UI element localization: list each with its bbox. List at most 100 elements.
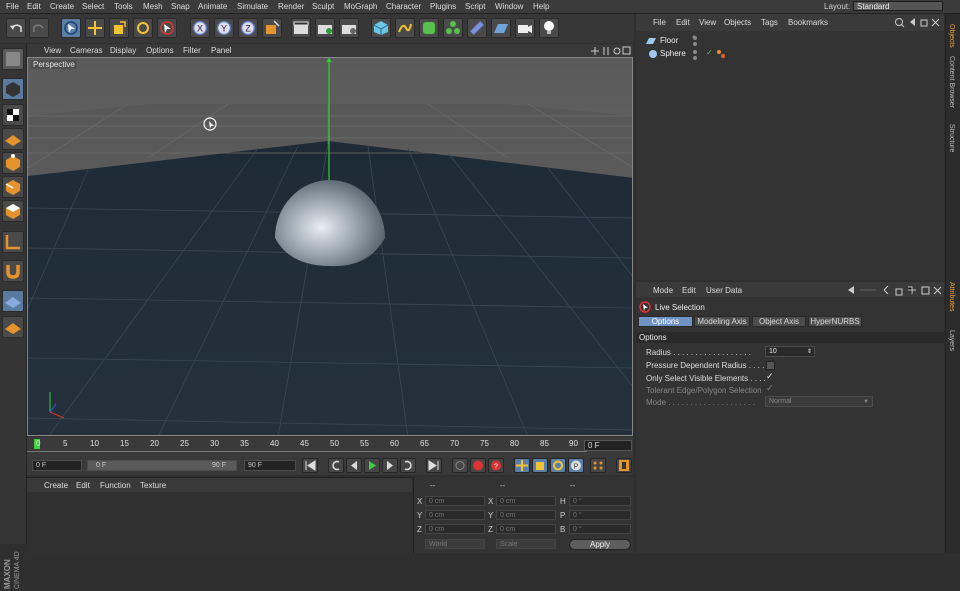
object-menu-bookmarks[interactable]: Bookmarks: [788, 18, 828, 27]
perspective-viewport[interactable]: Perspective: [27, 57, 633, 436]
position-x-field[interactable]: 0 cm: [425, 496, 485, 506]
record-active-button[interactable]: [470, 458, 486, 473]
menu-animate[interactable]: Animate: [198, 2, 227, 11]
side-tab-content-browser[interactable]: Content Browser: [948, 56, 955, 108]
spinner-arrows-icon[interactable]: ⇕: [807, 347, 812, 357]
x-axis-button[interactable]: X: [190, 18, 210, 38]
polygons-mode-button[interactable]: [2, 200, 24, 222]
lock-workplane-button[interactable]: [2, 316, 24, 338]
object-menu-view[interactable]: View: [699, 18, 716, 27]
key-parameter-button[interactable]: P: [568, 458, 584, 473]
coordinate-system-button[interactable]: [262, 18, 282, 38]
end-frame-field[interactable]: 90 F: [244, 460, 296, 471]
position-z-field[interactable]: 0 cm: [425, 524, 485, 534]
rotation-h-field[interactable]: 0 °: [569, 496, 631, 506]
redo-button[interactable]: [29, 18, 49, 38]
layout-select[interactable]: Standard: [853, 1, 943, 11]
edges-mode-button[interactable]: [2, 176, 24, 198]
go-to-end-button[interactable]: [426, 458, 442, 473]
attr-menu-user-data[interactable]: User Data: [706, 286, 742, 295]
menu-simulate[interactable]: Simulate: [237, 2, 268, 11]
cube-button[interactable]: [371, 18, 391, 38]
recent-tool-button[interactable]: [157, 18, 177, 38]
render-visibility-dot[interactable]: [693, 42, 697, 46]
render-picture-viewer-button[interactable]: [315, 18, 335, 38]
menu-tools[interactable]: Tools: [114, 2, 133, 11]
object-menu-file[interactable]: File: [653, 18, 666, 27]
mode-select[interactable]: Normal ▼: [765, 396, 873, 407]
menu-render[interactable]: Render: [278, 2, 304, 11]
viewport-menu-view[interactable]: View: [44, 46, 61, 55]
render-view-button[interactable]: [291, 18, 311, 38]
camera-button[interactable]: [515, 18, 535, 38]
menu-file[interactable]: File: [6, 2, 19, 11]
menu-edit[interactable]: Edit: [27, 2, 41, 11]
viewport-menu-cameras[interactable]: Cameras: [70, 46, 102, 55]
material-menu-edit[interactable]: Edit: [76, 481, 90, 490]
attribute-nav-icons[interactable]: [846, 285, 942, 296]
tab-modeling-axis[interactable]: Modeling Axis: [694, 316, 750, 327]
visible-elements-checkbox[interactable]: ✓: [766, 371, 774, 382]
undo-button[interactable]: [6, 18, 26, 38]
menu-create[interactable]: Create: [50, 2, 74, 11]
viewport-menu-options[interactable]: Options: [146, 46, 174, 55]
coordinate-mode-select[interactable]: World: [425, 539, 485, 549]
rotation-b-field[interactable]: 0 °: [569, 524, 631, 534]
menu-select[interactable]: Select: [82, 2, 104, 11]
timeline-window-button[interactable]: [616, 458, 632, 473]
previous-frame-button[interactable]: [346, 458, 362, 473]
side-tab-objects[interactable]: Objects: [948, 24, 955, 48]
timeline-ruler[interactable]: 0 5 10 15 20 25 30 35 40 45 50 55 60 65 …: [27, 437, 633, 457]
model-mode-button[interactable]: [2, 78, 24, 100]
apply-button[interactable]: Apply: [569, 539, 631, 550]
viewport-menu-filter[interactable]: Filter: [183, 46, 201, 55]
viewport-menu-panel[interactable]: Panel: [211, 46, 231, 55]
menu-snap[interactable]: Snap: [171, 2, 190, 11]
viewport-nav-icons[interactable]: [589, 46, 631, 56]
start-frame-field[interactable]: 0 F: [32, 460, 82, 471]
nurbs-button[interactable]: [419, 18, 439, 38]
menu-help[interactable]: Help: [533, 2, 549, 11]
deformer-button[interactable]: [467, 18, 487, 38]
radius-field[interactable]: 10 ⇕: [765, 346, 815, 357]
frame-range-slider[interactable]: 0 F 90 F: [87, 460, 237, 471]
editor-visibility-dot[interactable]: [693, 36, 697, 40]
y-axis-button[interactable]: Y: [214, 18, 234, 38]
object-menu-edit[interactable]: Edit: [676, 18, 690, 27]
enabled-check-icon[interactable]: ✓: [706, 48, 713, 57]
next-key-button[interactable]: [400, 458, 416, 473]
material-menu-function[interactable]: Function: [100, 481, 131, 490]
points-mode-button[interactable]: [2, 152, 24, 174]
rotation-p-field[interactable]: 0 °: [569, 510, 631, 520]
menu-script[interactable]: Script: [465, 2, 485, 11]
attr-menu-mode[interactable]: Mode: [653, 286, 673, 295]
menu-sculpt[interactable]: Sculpt: [312, 2, 334, 11]
spline-button[interactable]: [395, 18, 415, 38]
material-menu-create[interactable]: Create: [44, 481, 68, 490]
workplane-grid-button[interactable]: [2, 290, 24, 312]
menu-plugins[interactable]: Plugins: [430, 2, 456, 11]
move-button[interactable]: [85, 18, 105, 38]
attr-menu-edit[interactable]: Edit: [682, 286, 696, 295]
side-tab-attributes[interactable]: Attributes: [948, 282, 955, 312]
tab-options[interactable]: Options: [638, 316, 693, 327]
object-row-floor[interactable]: Floor ●: [636, 34, 944, 47]
array-button[interactable]: [443, 18, 463, 38]
size-z-field[interactable]: 0 cm: [496, 524, 556, 534]
current-frame-field[interactable]: 0 F: [584, 440, 632, 451]
render-settings-button[interactable]: [339, 18, 359, 38]
key-rotation-button[interactable]: [550, 458, 566, 473]
object-menu-tags[interactable]: Tags: [761, 18, 778, 27]
make-editable-button[interactable]: [2, 48, 24, 70]
texture-mode-button[interactable]: [2, 104, 24, 126]
object-manager-tools[interactable]: [894, 17, 942, 28]
autokeying-button[interactable]: ?: [488, 458, 504, 473]
go-to-start-button[interactable]: [302, 458, 318, 473]
key-pla-button[interactable]: [590, 458, 606, 473]
tab-object-axis[interactable]: Object Axis: [752, 316, 806, 327]
scale-button[interactable]: [109, 18, 129, 38]
axis-mode-button[interactable]: [2, 231, 24, 253]
render-visibility-dot[interactable]: [693, 56, 697, 60]
previous-key-button[interactable]: [328, 458, 344, 473]
viewport-menu-display[interactable]: Display: [110, 46, 136, 55]
